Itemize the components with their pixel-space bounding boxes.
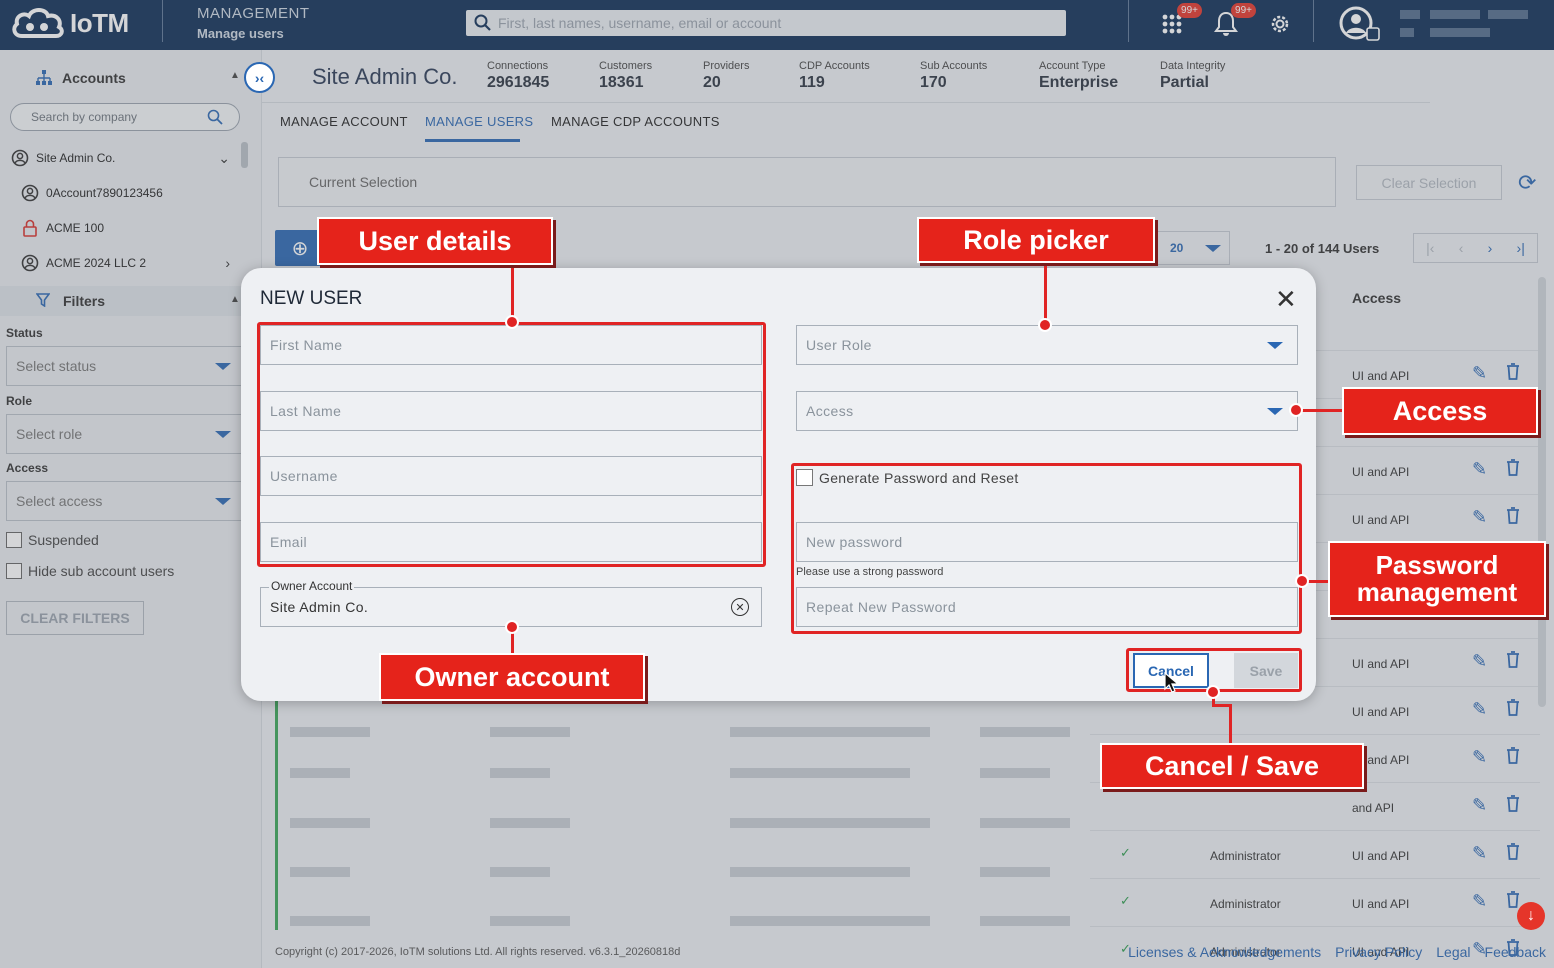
access-input[interactable]: [806, 403, 1248, 419]
highlight-user-details: [257, 322, 766, 567]
connector-line: [1229, 704, 1232, 744]
dropdown-arrow-icon: [1267, 342, 1283, 349]
user-role-input[interactable]: [806, 337, 1248, 353]
callout-password-management: Password management: [1328, 541, 1546, 617]
callout-user-details: User details: [317, 217, 553, 265]
highlight-password: [791, 463, 1302, 634]
dropdown-arrow-icon: [1267, 408, 1283, 415]
dialog-title: NEW USER: [260, 288, 363, 309]
arrow-down-icon: ↓: [1527, 907, 1535, 924]
scroll-down-button[interactable]: ↓: [1517, 902, 1545, 930]
connector-line: [1297, 409, 1343, 412]
callout-owner-account: Owner account: [379, 653, 645, 701]
owner-account-label: Owner Account: [269, 579, 355, 593]
callout-dot: [1295, 574, 1309, 588]
access-select[interactable]: [796, 391, 1298, 431]
close-icon[interactable]: ✕: [1275, 286, 1297, 312]
callout-role-picker: Role picker: [917, 217, 1155, 263]
callout-dot: [1038, 318, 1052, 332]
collapse-arrows-icon: ›‹: [254, 69, 265, 86]
callout-dot: [505, 620, 519, 634]
callout-dot: [505, 315, 519, 329]
callout-dot: [1206, 685, 1220, 699]
mouse-pointer-icon: [1164, 672, 1180, 693]
connector-line: [511, 266, 514, 322]
callout-dot: [1289, 403, 1303, 417]
owner-account-input[interactable]: [270, 599, 712, 615]
callout-cancel-save: Cancel / Save: [1100, 743, 1364, 789]
callout-access: Access: [1342, 387, 1538, 435]
connector-line: [1044, 263, 1047, 325]
clear-circle-icon[interactable]: ✕: [731, 598, 749, 616]
sidebar-toggle-button[interactable]: ›‹: [244, 62, 275, 93]
